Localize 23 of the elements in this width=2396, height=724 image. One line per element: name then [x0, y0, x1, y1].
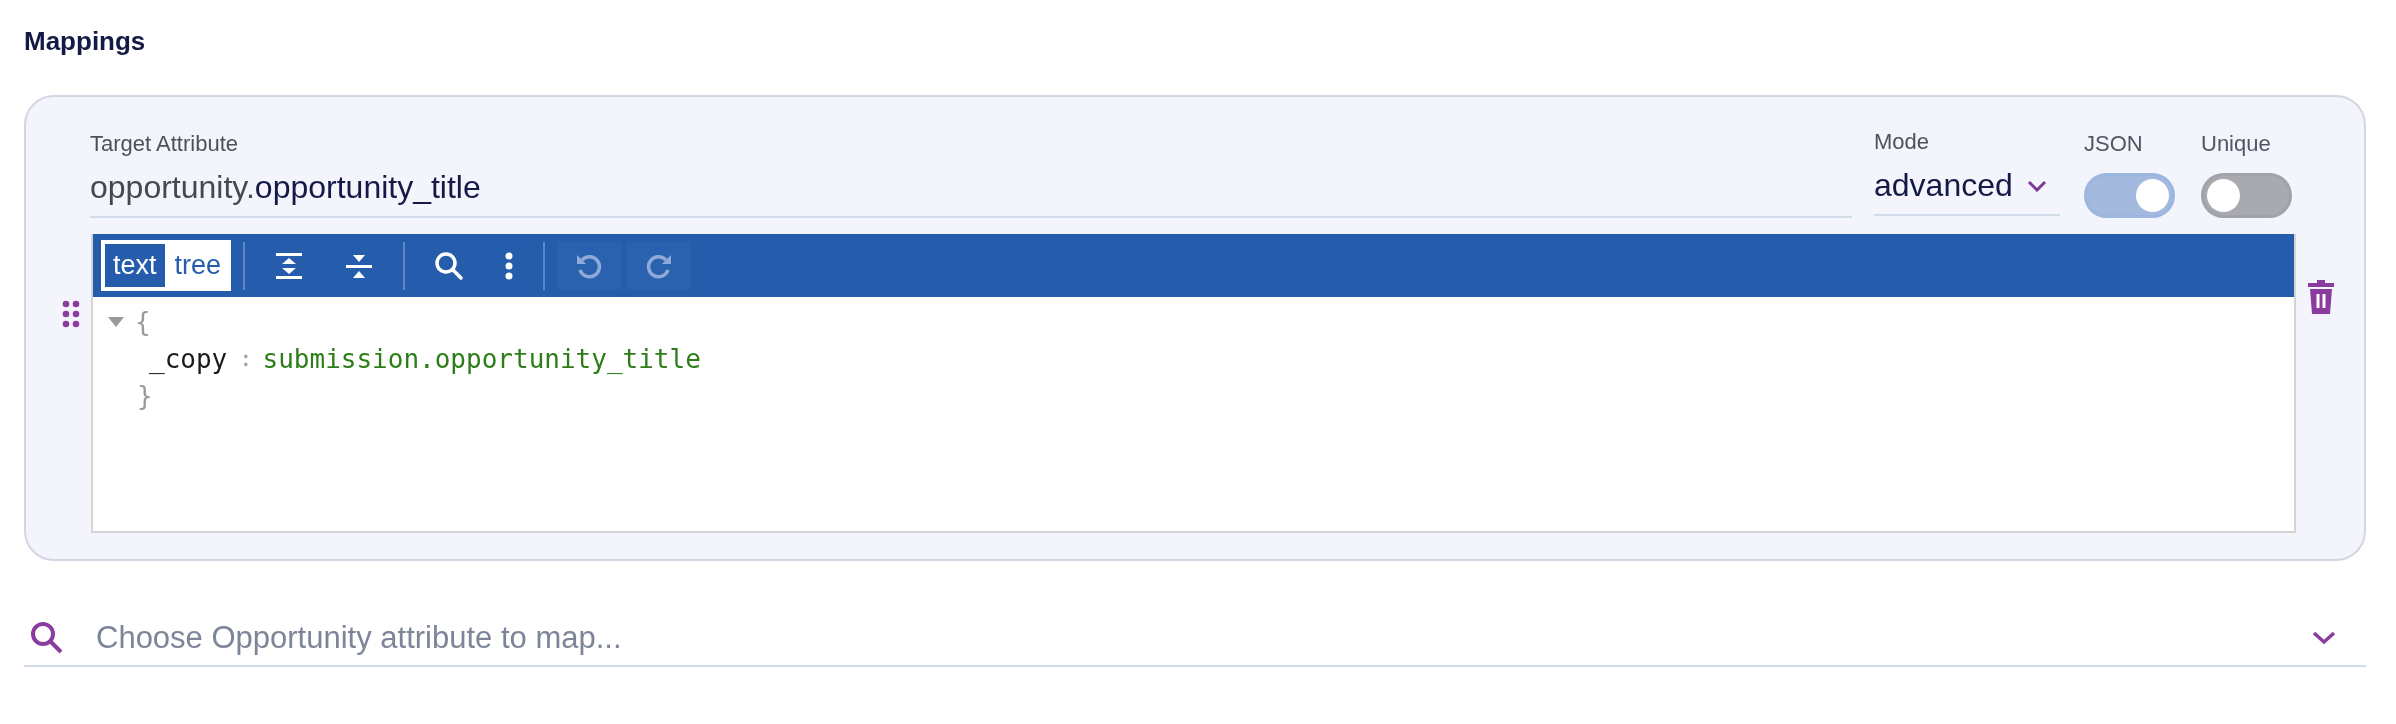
toggle-label: Unique	[2201, 131, 2272, 157]
search-icon	[30, 621, 64, 655]
toggle-switch[interactable]	[2084, 173, 2175, 218]
section-heading: Mappings	[24, 26, 146, 57]
code-colon: :	[239, 346, 253, 371]
toggle-label: JSON	[2084, 131, 2144, 157]
trash-icon[interactable]	[2308, 280, 2334, 314]
field-label: Target Attribute	[90, 131, 239, 157]
code-area[interactable]: { _copy : submission.opportunity_title }	[93, 297, 2294, 531]
chevron-down-icon	[2312, 631, 2336, 645]
field-label: Mode	[1874, 129, 1931, 155]
code-brace: {	[135, 306, 151, 337]
view-mode-tab[interactable]: text	[103, 242, 167, 289]
code-brace: }	[137, 380, 153, 411]
collapse-triangle-icon[interactable]	[107, 315, 125, 328]
target-attribute-field[interactable]: opportunity.opportunity_title	[90, 157, 1852, 218]
drag-handle-icon[interactable]	[62, 300, 80, 328]
search-field[interactable]: Choose Opportunity attribute to map...	[94, 619, 2282, 657]
mode-select[interactable]: advanced	[1874, 155, 2060, 216]
chevron-down-icon	[2026, 179, 2047, 192]
code-key: _copy	[149, 343, 228, 374]
toggle-switch[interactable]	[2201, 173, 2292, 218]
code-value: submission.opportunity_title	[262, 343, 701, 374]
